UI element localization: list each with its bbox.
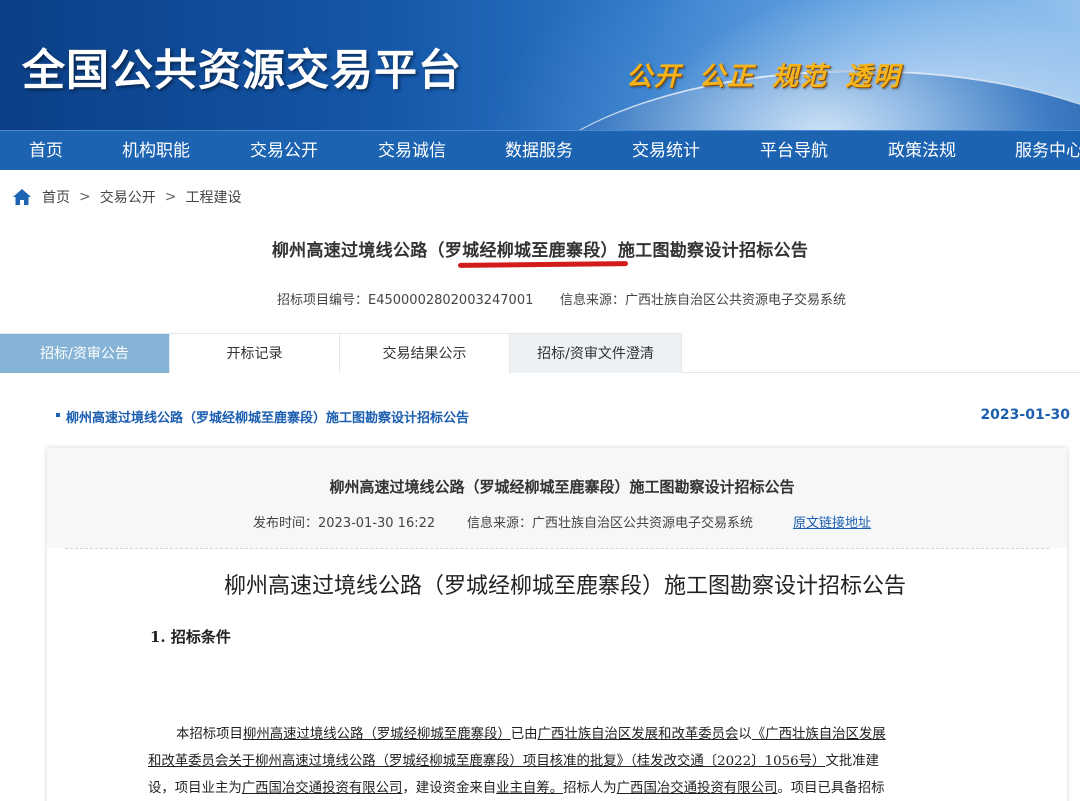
- list-item-title[interactable]: 柳州高速过境线公路（罗城经柳城至鹿寨段）施工图勘察设计招标公告: [66, 407, 469, 426]
- nav-data-service[interactable]: 数据服务: [505, 131, 573, 171]
- nav-institution[interactable]: 机构职能: [122, 131, 190, 171]
- list-item: 柳州高速过境线公路（罗城经柳城至鹿寨段）施工图勘察设计招标公告 2023-01-…: [56, 405, 1070, 427]
- red-highlight-underline: [457, 261, 629, 268]
- breadcrumb: 首页 > 交易公开 > 工程建设: [12, 186, 241, 208]
- approval-document: 《广西壮族自治区发展: [751, 727, 886, 742]
- funding-source: 业主自筹。: [496, 781, 564, 796]
- section-heading: 1. 招标条件: [150, 628, 231, 646]
- text-span: 文批准建: [825, 754, 879, 769]
- project-name: 柳州高速过境线公路（罗城经柳城至鹿寨段）: [242, 727, 511, 742]
- dashed-divider: [65, 548, 1049, 549]
- tab-bid-opening-record[interactable]: 开标记录: [170, 333, 340, 373]
- site-title: 全国公共资源交易平台: [22, 46, 462, 96]
- breadcrumb-engineering[interactable]: 工程建设: [185, 187, 241, 207]
- bullet-icon: [56, 413, 60, 417]
- nav-trade-credit[interactable]: 交易诚信: [378, 131, 446, 171]
- list-item-date: 2023-01-30: [980, 407, 1070, 423]
- tab-trade-result[interactable]: 交易结果公示: [340, 333, 510, 373]
- text-span: 招标人为: [563, 781, 617, 796]
- card-info-source: 信息来源：广西壮族自治区公共资源电子交易系统: [467, 516, 754, 531]
- document-title: 柳州高速过境线公路（罗城经柳城至鹿寨段）施工图勘察设计招标公告: [223, 574, 906, 599]
- nav-policy[interactable]: 政策法规: [888, 131, 956, 171]
- approval-document: 和改革委员会关于柳州高速过境线公路（罗城经柳城至鹿寨段）项目核准的批复》: [148, 754, 631, 769]
- breadcrumb-trade-public[interactable]: 交易公开: [100, 187, 156, 207]
- text-span: 。项目已具备招标: [777, 781, 885, 796]
- breadcrumb-separator: >: [164, 189, 177, 205]
- nav-service-center[interactable]: 服务中心: [1015, 131, 1080, 171]
- card-header: [47, 448, 1067, 548]
- document-number: （桂发改交通〔2022〕1056号）: [630, 754, 826, 769]
- original-link[interactable]: 原文链接地址: [793, 512, 871, 531]
- paragraph-line-2: 和改革委员会关于柳州高速过境线公路（罗城经柳城至鹿寨段）项目核准的批复》（桂发改…: [148, 749, 879, 769]
- home-icon[interactable]: [12, 188, 32, 206]
- paragraph-line-1: 本招标项目柳州高速过境线公路（罗城经柳城至鹿寨段）已由广西壮族自治区发展和改革委…: [176, 722, 886, 742]
- breadcrumb-home[interactable]: 首页: [42, 187, 70, 207]
- tenderer: 广西国冶交通投资有限公司: [616, 781, 778, 796]
- nav-statistics[interactable]: 交易统计: [632, 131, 700, 171]
- info-source: 信息来源：广西壮族自治区公共资源电子交易系统: [560, 293, 847, 308]
- paragraph-line-3: 设，项目业主为广西国冶交通投资有限公司，建设资金来自业主自筹。招标人为广西国冶交…: [148, 776, 884, 796]
- project-owner: 广西国冶交通投资有限公司: [241, 781, 403, 796]
- text-span: ，建设资金来自: [402, 781, 497, 796]
- text-span: 以: [738, 727, 752, 742]
- nav-platform-guide[interactable]: 平台导航: [760, 131, 828, 171]
- header-banner: 全国公共资源交易平台 公开 公正 规范 透明: [0, 0, 1080, 130]
- text-span: 本招标项目: [176, 727, 243, 742]
- approving-authority: 广西壮族自治区发展和改革委员会: [537, 727, 739, 742]
- nav-trade-public[interactable]: 交易公开: [250, 131, 318, 171]
- page-title: 柳州高速过境线公路（罗城经柳城至鹿寨段）施工图勘察设计招标公告: [271, 241, 809, 261]
- card-title: 柳州高速过境线公路（罗城经柳城至鹿寨段）施工图勘察设计招标公告: [329, 478, 795, 496]
- text-span: 设，项目业主为: [148, 781, 242, 796]
- tab-bar: 招标/资审公告 开标记录 交易结果公示 招标/资审文件澄清: [0, 333, 1080, 373]
- project-number: 招标项目编号：E4500002802003247001: [277, 293, 534, 308]
- text-span: 已由: [510, 727, 538, 742]
- breadcrumb-separator: >: [79, 189, 91, 205]
- nav-home[interactable]: 首页: [29, 131, 63, 171]
- tab-file-clarification[interactable]: 招标/资审文件澄清: [510, 333, 682, 373]
- slogan: 公开 公正 规范 透明: [626, 62, 902, 92]
- publish-time: 发布时间：2023-01-30 16:22: [253, 516, 436, 531]
- main-nav: 首页 机构职能 交易公开 交易诚信 数据服务 交易统计 平台导航 政策法规 服务…: [0, 130, 1080, 170]
- tab-bid-announcement[interactable]: 招标/资审公告: [0, 333, 170, 373]
